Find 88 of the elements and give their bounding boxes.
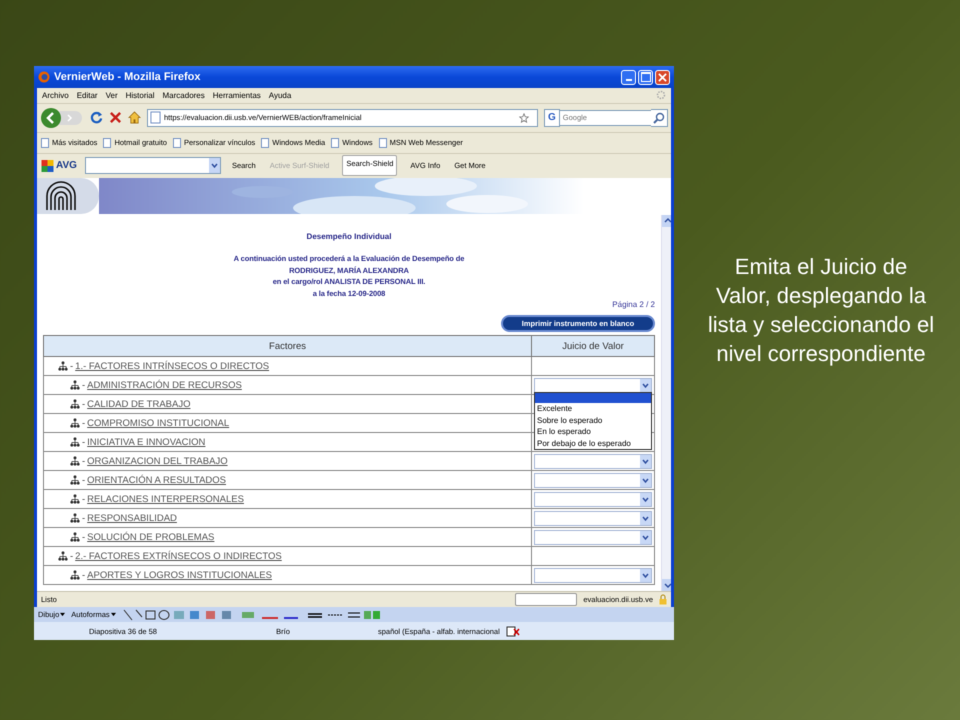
slide-caption-line: Emita el Juicio de (734, 253, 908, 281)
hierarchy-icon (58, 551, 68, 562)
status-panel (515, 593, 578, 606)
menu-item[interactable]: Editar (76, 90, 98, 100)
factor-link[interactable]: ADMINISTRACIÓN DE RECURSOS (87, 380, 242, 391)
arches-logo-icon (37, 178, 99, 214)
caret-icon[interactable] (110, 612, 116, 617)
slide-caption-line: lista y seleccionando el (708, 311, 934, 339)
column-header: Factores (44, 336, 532, 357)
maximize-button[interactable] (638, 70, 653, 84)
close-button[interactable] (655, 70, 670, 84)
factor-link[interactable]: COMPROMISO INSTITUCIONAL (87, 418, 230, 429)
search-icon[interactable] (651, 108, 668, 127)
separator: - (82, 474, 86, 486)
separator: - (82, 456, 86, 467)
dropdown-option[interactable]: En lo esperado (535, 426, 651, 438)
scroll-down-button[interactable] (662, 579, 671, 592)
back-button[interactable] (40, 106, 84, 129)
separator: - (82, 380, 86, 391)
avg-logo[interactable]: AVG (41, 160, 77, 172)
stop-icon[interactable] (109, 111, 122, 124)
menu-item[interactable]: Ayuda (268, 90, 292, 100)
page-icon (150, 111, 161, 124)
search-engine-button[interactable]: G (544, 108, 560, 127)
separator: - (70, 360, 74, 372)
menu-item[interactable]: Marcadores (162, 90, 205, 100)
hierarchy-icon (70, 494, 80, 504)
star-icon[interactable] (519, 112, 529, 123)
factor-link[interactable]: APORTES Y LOGROS INSTITUCIONALES (87, 570, 272, 581)
spelling-icon (506, 626, 520, 636)
factor-link[interactable]: ORIENTACIÓN A RESULTADOS (87, 474, 226, 486)
reload-icon[interactable] (90, 111, 103, 124)
dropdown-option[interactable]: Por debajo de lo esperado (535, 438, 651, 450)
window-title: VernierWeb - Mozilla Firefox (54, 71, 202, 83)
column-header: Juicio de Valor (532, 336, 654, 357)
home-icon[interactable] (128, 111, 141, 124)
hierarchy-icon (70, 532, 80, 542)
menu-item[interactable]: Archivo (42, 90, 69, 100)
hierarchy-icon (70, 475, 80, 486)
dropdown-option[interactable]: Excelente (535, 403, 651, 415)
page-icon (261, 138, 270, 148)
slide-caption-line: Valor, desplegando la (716, 282, 926, 310)
page-icon (378, 138, 387, 148)
caret-icon[interactable] (60, 612, 66, 617)
hierarchy-icon (58, 361, 68, 372)
scroll-up-button[interactable] (662, 215, 671, 228)
firefox-icon (38, 71, 50, 83)
hierarchy-icon (70, 456, 80, 466)
separator: - (82, 570, 86, 581)
separator: - (82, 398, 86, 410)
factor-link[interactable]: RESPONSABILIDAD (87, 512, 177, 524)
menu-item[interactable]: Historial (126, 90, 155, 100)
menu-item[interactable]: Ver (106, 90, 118, 100)
separator: - (82, 494, 86, 505)
page-indicator: Página 2 / 2 (611, 300, 655, 310)
factor-link[interactable]: SOLUCIÓN DE PROBLEMAS (87, 532, 214, 543)
throbber-icon (656, 90, 666, 100)
page-icon (172, 138, 181, 148)
drawing-tools-icon[interactable] (122, 608, 382, 620)
slide-caption-line: nivel correspondiente (716, 340, 926, 368)
toolbar-search-field[interactable] (84, 157, 221, 174)
hierarchy-icon (70, 437, 80, 448)
page-icon (103, 138, 112, 148)
factor-link[interactable]: INICIATIVA E INNOVACION (87, 436, 206, 448)
factor-link[interactable]: RELACIONES INTERPERSONALES (87, 494, 244, 505)
hierarchy-icon (70, 399, 80, 410)
blank-option[interactable] (535, 393, 651, 404)
page-icon (41, 138, 49, 148)
hierarchy-icon (70, 418, 80, 428)
menu-item[interactable]: Herramientas (212, 90, 261, 100)
minimize-button[interactable] (621, 70, 636, 84)
factor-link[interactable]: CALIDAD DE TRABAJO (87, 398, 190, 410)
hierarchy-icon (70, 513, 80, 524)
separator: - (82, 532, 86, 543)
factor-link[interactable]: 2.- FACTORES EXTRÍNSECOS O INDIRECTOS (75, 550, 282, 562)
dropdown-option[interactable]: Sobre lo esperado (535, 414, 651, 426)
scrollbar[interactable] (661, 215, 671, 592)
separator: - (70, 550, 74, 562)
separator: - (82, 418, 86, 429)
factor-link[interactable]: 1.- FACTORES INTRÍNSECOS O DIRECTOS (75, 360, 270, 372)
page-icon (331, 138, 340, 148)
hierarchy-icon (70, 570, 80, 580)
separator: - (82, 512, 86, 524)
separator: - (82, 436, 86, 448)
hierarchy-icon (70, 380, 80, 390)
lock-icon (659, 594, 667, 606)
page-heading: Desempeño Individual (306, 232, 392, 242)
factor-link[interactable]: ORGANIZACION DEL TRABAJO (87, 456, 228, 467)
